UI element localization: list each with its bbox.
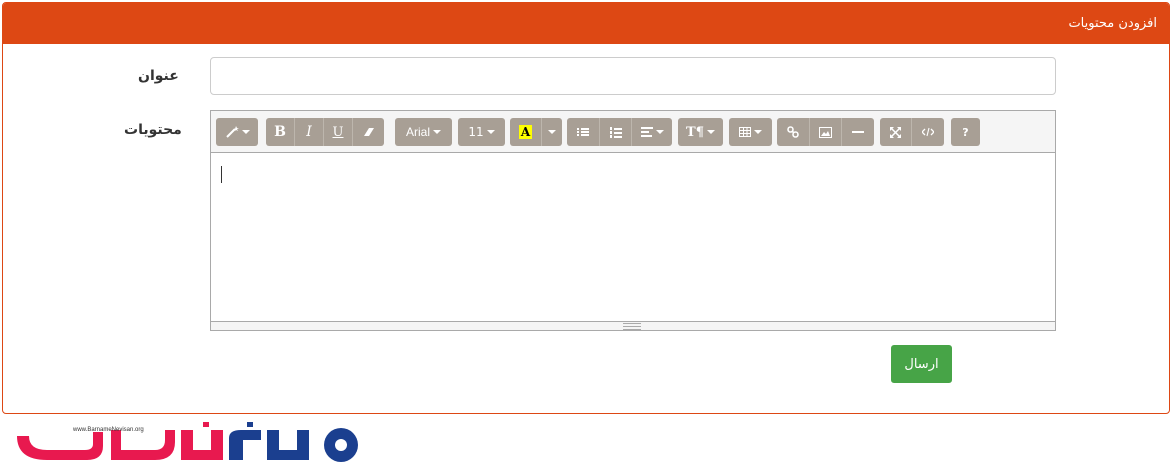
barnamenevisan-logo-icon: www.BarnameNevisan.org [17,422,358,462]
editor-resize-bar[interactable] [211,321,1055,330]
magic-style-button[interactable] [216,118,258,146]
insert-group [777,118,874,146]
editor-toolbar: B I U Arial 11 A T¶ ? [211,111,1055,153]
horizontal-rule-button[interactable] [842,118,874,146]
help-group: ? [951,118,980,146]
chevron-down-icon [655,130,664,134]
chevron-down-icon [486,130,495,134]
code-icon [922,127,934,137]
numbered-list-icon [609,126,622,138]
picture-button[interactable] [810,118,842,146]
style-group [216,118,258,146]
help-button[interactable]: ? [951,118,980,146]
minus-icon [852,131,864,133]
italic-button[interactable]: I [295,118,324,146]
fullscreen-button[interactable] [880,118,912,146]
font-name-group: Arial [395,118,452,146]
editor-content-area[interactable] [211,153,1055,322]
eraser-icon [363,128,374,136]
table-dropdown[interactable] [729,118,772,146]
link-icon [787,126,799,138]
paragraph-group [567,118,672,146]
paragraph-align-dropdown[interactable] [632,118,672,146]
table-icon [739,127,751,137]
table-group [729,118,772,146]
ordered-list-button[interactable] [600,118,632,146]
chevron-down-icon [548,130,556,134]
fullscreen-icon [890,126,901,138]
content-label: محتویات [124,122,182,138]
chevron-down-icon [433,130,441,134]
text-style-icon: T¶ [686,124,704,140]
text-color-icon: A [518,125,533,139]
picture-icon [819,126,832,138]
color-dropdown-button[interactable] [542,118,562,146]
rich-text-editor: B I U Arial 11 A T¶ ? [210,110,1056,331]
panel-heading: افزودن محتویات [3,3,1169,44]
font-name-label: Arial [405,125,430,139]
resize-grip-icon [623,323,641,330]
submit-button[interactable]: ارسال [891,345,952,383]
link-button[interactable] [777,118,810,146]
code-view-button[interactable] [912,118,944,146]
color-group: A [510,118,562,146]
unordered-list-button[interactable] [567,118,600,146]
title-input[interactable] [210,57,1056,95]
align-left-icon [640,127,653,137]
line-height-dropdown[interactable]: T¶ [678,118,723,146]
font-name-dropdown[interactable]: Arial [395,118,452,146]
chevron-down-icon [241,130,250,134]
bold-button[interactable]: B [266,118,295,146]
underline-button[interactable]: U [324,118,353,146]
title-label: عنوان [138,68,179,84]
view-group [880,118,944,146]
font-style-group: B I U [266,118,384,146]
recent-color-button[interactable]: A [510,118,542,146]
site-logo: www.BarnameNevisan.org [15,418,365,466]
chevron-down-icon [706,130,715,134]
text-cursor [221,166,222,183]
font-size-group: 11 [458,118,505,146]
font-size-dropdown[interactable]: 11 [458,118,505,146]
height-group: T¶ [678,118,723,146]
chevron-down-icon [754,130,762,134]
magic-wand-icon [225,126,239,138]
remove-format-button[interactable] [353,118,384,146]
bullet-list-icon [577,128,589,136]
font-size-label: 11 [468,125,484,139]
logo-url-text: www.BarnameNevisan.org [72,427,144,433]
